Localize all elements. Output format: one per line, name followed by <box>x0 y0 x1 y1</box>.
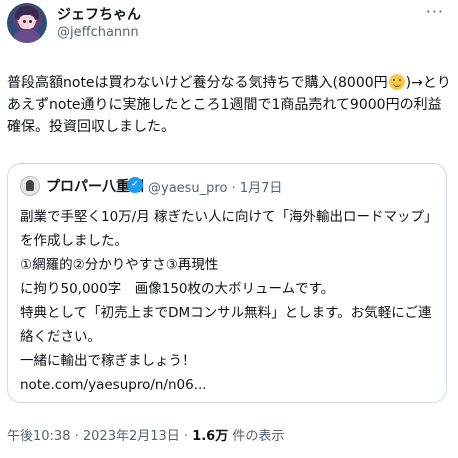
post-time[interactable]: 午後10:38 <box>7 429 70 444</box>
author-avatar[interactable] <box>7 3 47 43</box>
post-date[interactable]: 2023年2月13日 <box>83 429 180 444</box>
quoted-separator: · <box>231 181 236 196</box>
views-count: 1.6万 <box>192 429 229 444</box>
footer-separator: · <box>70 429 83 444</box>
quoted-tweet-card[interactable]: プロパー八重洲 ✓ @yaesu_pro · 1月7日 副業で手堅く10万/月 … <box>7 163 447 403</box>
quoted-link[interactable]: note.com/yaesupro/n/n06... <box>20 377 207 393</box>
quoted-meta: @yaesu_pro · 1月7日 <box>148 177 282 196</box>
quoted-date: 1月7日 <box>239 181 283 196</box>
tweet-text: 普段高額noteは買わないけど養分なる気持ちで購入(8000円)→とりあえずno… <box>7 72 451 138</box>
verified-badge-icon: ✓ <box>127 177 143 193</box>
avatar-body <box>13 30 41 43</box>
views-label: 件の表示 <box>228 429 285 444</box>
avatar-eye <box>29 20 32 23</box>
quoted-tweet-body: 副業で手堅く10万/月 稼ぎたい人に向けて「海外輸出ロードマップ」を作成しました… <box>20 205 434 397</box>
more-options-icon[interactable]: ··· <box>426 2 444 21</box>
author-name[interactable]: ジェフちゃん <box>57 4 141 24</box>
quoted-author-handle: @yaesu_pro <box>148 181 228 196</box>
avatar-eye <box>23 20 26 23</box>
footer-separator: · <box>179 429 193 444</box>
tweet-footer: 午後10:38 · 2023年2月13日 · 1.6万 件の表示 <box>7 425 284 444</box>
author-handle[interactable]: @jeffchannn <box>57 25 139 40</box>
quoted-author-avatar <box>20 176 40 196</box>
grinning-face-emoji-icon <box>388 74 405 90</box>
tweet-text-part1: 普段高額noteは買わないけど養分なる気持ちで購入(8000円 <box>7 75 388 91</box>
quoted-body-text: 副業で手堅く10万/月 稼ぎたい人に向けて「海外輸出ロードマップ」を作成しました… <box>20 209 432 369</box>
avatar-face <box>19 15 35 29</box>
